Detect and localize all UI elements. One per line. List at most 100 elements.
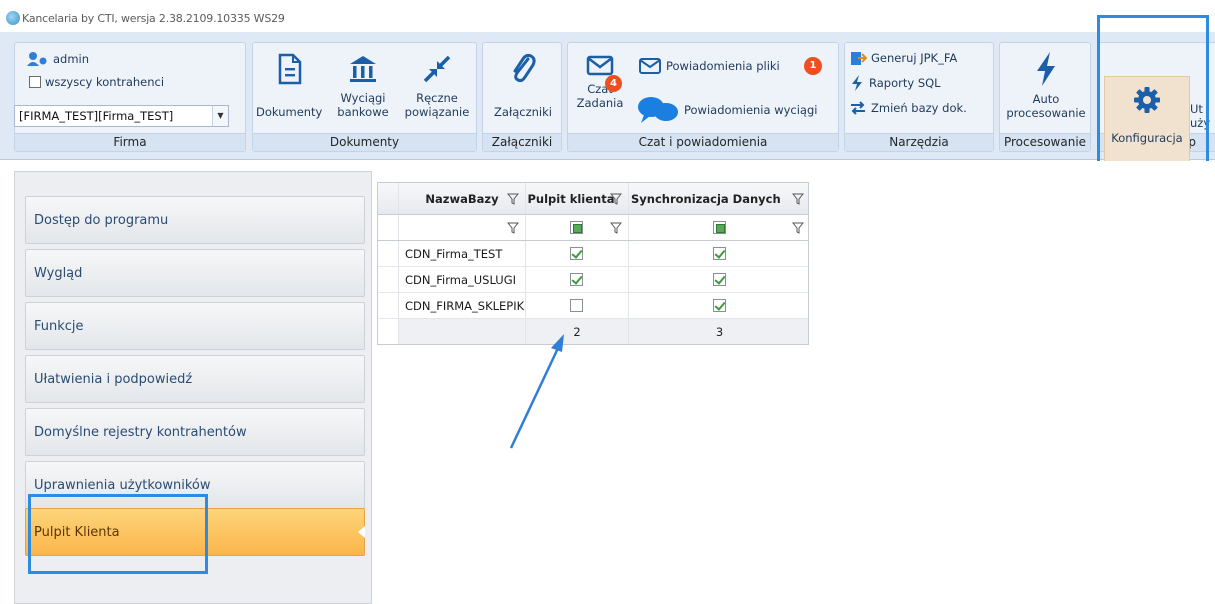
nav-item-wyglad[interactable]: Wygląd [25, 249, 365, 297]
group-procesowanie: Auto procesowanie Procesowanie [999, 42, 1091, 152]
column-header-nazwa[interactable]: NazwaBazy [398, 183, 525, 214]
pulpit-checkbox[interactable] [570, 246, 583, 260]
sync-checkbox[interactable] [712, 272, 726, 286]
ribbon: admin wszyscy kontrahenci Firma [FIRMA_T… [0, 32, 1215, 166]
merge-arrows-icon [423, 55, 451, 83]
document-icon [278, 53, 302, 85]
summary-cell-nazwa [398, 319, 525, 344]
filter-checkbox[interactable] [570, 220, 583, 234]
group-firma-label: Firma [15, 133, 245, 151]
auto-procesowanie-button[interactable]: Auto procesowanie [1002, 51, 1090, 120]
filter-cell-sync[interactable] [628, 215, 810, 240]
filter-icon[interactable] [792, 222, 804, 234]
envelope-icon [586, 55, 614, 76]
generuj-label: Generuj JPK_FA [871, 51, 958, 65]
grid-corner [378, 183, 398, 214]
column-header-pulpit[interactable]: Pulpit klienta [525, 183, 628, 214]
filter-icon[interactable] [610, 193, 622, 205]
chat-bubbles-icon [638, 97, 678, 123]
cell-sync[interactable] [628, 267, 810, 292]
sync-checkbox[interactable] [712, 298, 726, 312]
cell-sync[interactable] [628, 241, 810, 266]
active-pointer-icon [358, 526, 365, 538]
pulpit-checkbox[interactable] [570, 298, 583, 312]
wyciagi-label-1: Wyciągi [340, 91, 386, 105]
powiadomienia-wyciagi-button[interactable]: Powiadomienia wyciągi [636, 94, 817, 126]
zmien-label: Zmień bazy dok. [871, 101, 967, 115]
filter-icon[interactable] [507, 193, 519, 205]
filter-icon[interactable] [792, 193, 804, 205]
zadania-badge: 4 [605, 75, 622, 92]
envelope-icon [639, 58, 661, 74]
row-indicator[interactable] [378, 293, 398, 318]
nav-item-dostep[interactable]: Dostęp do programu [25, 196, 365, 244]
databases-grid: NazwaBazy Pulpit klienta Synchronizacja … [377, 182, 809, 345]
chevron-down-icon[interactable]: ▼ [212, 106, 228, 126]
group-narzedzia: Generuj JPK_FA Raporty SQL Zmień bazy do… [844, 42, 994, 152]
cell-pulpit[interactable] [525, 241, 628, 266]
cell-nazwa[interactable]: CDN_Firma_TEST [398, 241, 525, 266]
user-name: admin [53, 52, 90, 66]
summary-cell-sync: 3 [628, 319, 810, 344]
all-contractors-checkbox[interactable]: wszyscy kontrahenci [29, 75, 164, 89]
nav-item-domyslne-rejestry[interactable]: Domyślne rejestry kontrahentów [25, 408, 365, 456]
zmien-bazy-button[interactable]: Zmień bazy dok. [849, 100, 967, 116]
nav-item-funkcje[interactable]: Funkcje [25, 302, 365, 350]
filter-cell-pulpit[interactable] [525, 215, 628, 240]
generuj-jpk-button[interactable]: Generuj JPK_FA [849, 49, 957, 67]
group-narzedzia-label: Narzędzia [845, 133, 993, 151]
user-indicator[interactable]: admin [27, 51, 89, 67]
grid-filter-row [378, 215, 808, 241]
wyciagi-bankowe-button[interactable]: Wyciągi bankowe [325, 53, 401, 119]
cell-pulpit[interactable] [525, 267, 628, 292]
filter-checkbox[interactable] [712, 220, 726, 234]
nav-label: Funkcje [34, 318, 84, 334]
auto-label-2: procesowanie [1006, 106, 1086, 120]
reczne-powiazanie-button[interactable]: Ręczne powiązanie [401, 53, 473, 119]
cell-pulpit[interactable] [525, 293, 628, 318]
pulpit-checkbox[interactable] [570, 272, 583, 286]
cell-sync[interactable] [628, 293, 810, 318]
filter-icon[interactable] [507, 222, 519, 234]
database-name: CDN_FIRMA_SKLEPIK [405, 298, 525, 313]
all-contractors-check[interactable] [29, 76, 41, 88]
company-select[interactable]: [FIRMA_TEST][Firma_TEST] ▼ [14, 105, 229, 127]
zalaczniki-label: Załączniki [494, 105, 552, 119]
row-indicator[interactable] [378, 241, 398, 266]
powiadomienia-pliki-button[interactable]: Powiadomienia pliki [638, 57, 780, 75]
dokumenty-button[interactable]: Dokumenty [256, 53, 322, 119]
column-header-label: Synchronizacja Danych [631, 191, 781, 206]
dokumenty-label: Dokumenty [256, 105, 323, 119]
nav-label: Ułatwienia i podpowiedź [34, 371, 193, 387]
auto-label-1: Auto [1032, 92, 1060, 106]
table-row[interactable]: CDN_Firma_TEST [378, 241, 808, 267]
column-header-sync[interactable]: Synchronizacja Danych [628, 183, 810, 214]
sync-count: 3 [715, 324, 724, 339]
cell-nazwa[interactable]: CDN_FIRMA_SKLEPIK [398, 293, 525, 318]
powiadomienia-pliki-label: Powiadomienia pliki [666, 59, 780, 73]
zalaczniki-button[interactable]: Załączniki [487, 53, 559, 119]
company-select-value: [FIRMA_TEST][Firma_TEST] [19, 109, 174, 123]
zadania-label: Zadania [576, 96, 624, 110]
sync-checkbox[interactable] [712, 246, 726, 260]
table-row[interactable]: CDN_Firma_USLUGI [378, 267, 808, 293]
raporty-sql-button[interactable]: Raporty SQL [849, 74, 941, 92]
nav-label: Domyślne rejestry kontrahentów [34, 424, 247, 440]
table-row[interactable]: CDN_FIRMA_SKLEPIK [378, 293, 808, 319]
filter-cell-nazwa[interactable] [398, 215, 525, 240]
user-icon [27, 52, 47, 66]
group-dokumenty: Dokumenty Wyciągi bankowe Ręczne powiąza… [252, 42, 477, 152]
nav-item-ulatwienia[interactable]: Ułatwienia i podpowiedź [25, 355, 365, 403]
nav-label: Uprawnienia użytkowników [34, 477, 211, 493]
row-indicator[interactable] [378, 267, 398, 292]
reczne-label-2: powiązanie [404, 105, 470, 119]
cell-nazwa[interactable]: CDN_Firma_USLUGI [398, 267, 525, 292]
filter-icon[interactable] [610, 222, 622, 234]
grid-header-row: NazwaBazy Pulpit klienta Synchronizacja … [378, 183, 808, 215]
group-czat: Czat Zadania 4 Powiadomienia pliki 1 Pow… [567, 42, 839, 152]
nav-label: Dostęp do programu [34, 212, 169, 228]
lightning-icon [852, 75, 862, 91]
row-indicator [378, 215, 398, 240]
group-procesowanie-label: Procesowanie [1000, 133, 1090, 151]
group-firma: admin wszyscy kontrahenci Firma [14, 42, 246, 152]
